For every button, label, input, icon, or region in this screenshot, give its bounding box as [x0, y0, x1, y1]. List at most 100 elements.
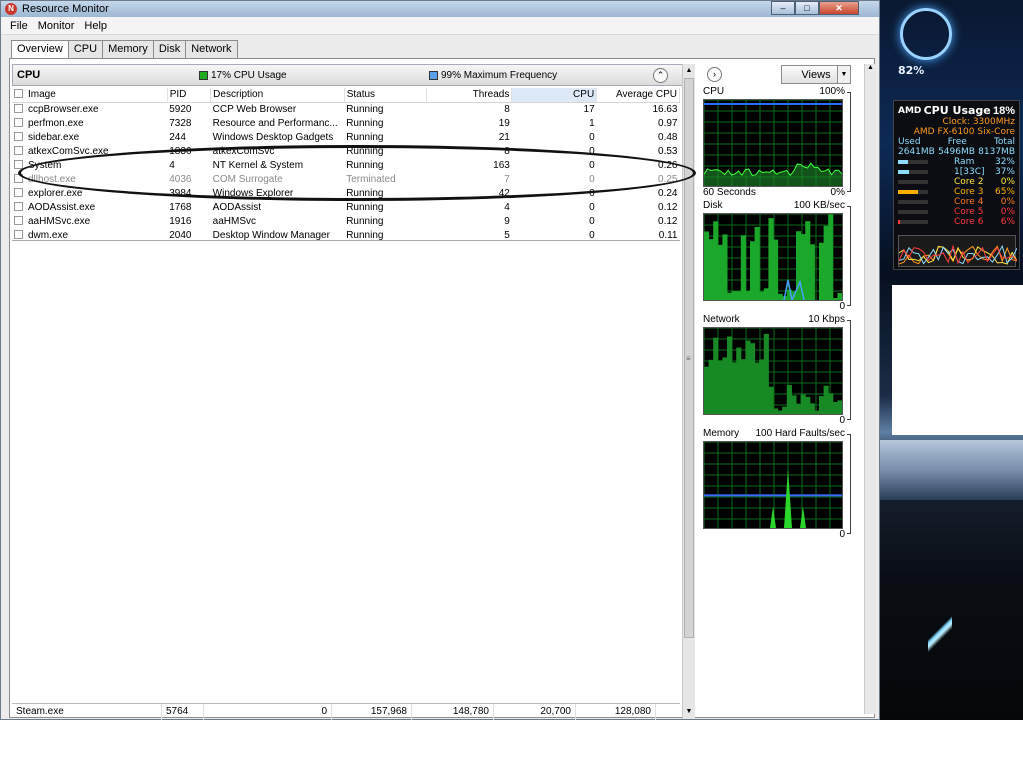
table-row[interactable]: dllhost.exe 4036 COM Surrogate Terminated 7 0…	[12, 172, 680, 186]
cell-status: Running	[346, 201, 384, 213]
column-header-threads[interactable]: Threads	[426, 88, 513, 103]
gadget-core-value: 6%	[1000, 217, 1015, 227]
gadget-core-bar	[898, 170, 928, 174]
row-checkbox[interactable]	[14, 229, 23, 239]
cell-pid: 4	[169, 159, 175, 171]
cpu-usage-gadget[interactable]: AMD CPU Usage 18% Clock: 3300MHz AMD FX-…	[893, 100, 1020, 270]
graph-disk: Disk 100 KB/sec 0	[703, 200, 853, 313]
cell-avg: 16.63	[652, 103, 678, 115]
column-header-pid[interactable]: PID	[167, 88, 212, 103]
gadget-core-row: Core 6 6%	[894, 217, 1019, 227]
row-checkbox[interactable]	[14, 131, 23, 141]
scroll-down-arrow[interactable]: ▼	[683, 705, 695, 719]
table-row[interactable]: System 4 NT Kernel & System Running 163 0 0.26	[12, 158, 680, 172]
tab-strip: Overview CPU Memory Disk Network	[11, 40, 238, 59]
cell-image-text: ccpBrowser.exe	[28, 103, 99, 115]
menu-monitor[interactable]: Monitor	[33, 20, 80, 32]
cell-avg: 0.11	[658, 229, 678, 241]
table-row[interactable]: AODAssist.exe 1768 AODAssist Running 4 0 0.12	[12, 200, 680, 214]
row-checkbox[interactable]	[14, 201, 23, 211]
tab-memory[interactable]: Memory	[102, 40, 154, 58]
row-checkbox[interactable]	[14, 103, 23, 113]
cell-pid: 4036	[169, 173, 192, 185]
bottom-row-value-3: 148,780	[412, 704, 494, 720]
graph-network: Network 10 Kbps 0	[703, 314, 853, 427]
row-checkbox[interactable]	[14, 159, 23, 169]
graph-time-label: 60 Seconds	[703, 187, 756, 198]
cell-cpu: 1	[589, 117, 595, 129]
table-row[interactable]: perfmon.exe 7328 Resource and Performanc..…	[12, 116, 680, 130]
desktop-wallpaper-glow	[928, 610, 952, 660]
menu-file[interactable]: File	[5, 20, 33, 32]
graph-memory: Memory 100 Hard Faults/sec 0	[703, 428, 853, 541]
graph-bracket	[847, 320, 851, 420]
row-checkbox[interactable]	[14, 187, 23, 197]
gadget-core-value: 0%	[1000, 177, 1015, 187]
resource-monitor-app-icon: N	[5, 3, 17, 15]
table-row[interactable]: dwm.exe 2040 Desktop Window Manager Running…	[12, 228, 680, 241]
cpu-section-header[interactable]: CPU 17% CPU Usage 99% Maximum Frequency …	[12, 64, 692, 86]
menu-help[interactable]: Help	[79, 20, 112, 32]
max-frequency-label: 99% Maximum Frequency	[441, 70, 558, 81]
title-bar[interactable]: N Resource Monitor – □ ✕	[1, 1, 879, 17]
window-title: Resource Monitor	[22, 3, 109, 15]
row-checkbox[interactable]	[14, 117, 23, 127]
column-header-status[interactable]: Status	[344, 88, 428, 103]
select-all-checkbox[interactable]	[14, 89, 23, 99]
cell-threads: 7	[504, 173, 510, 185]
table-row[interactable]: atkexComSvc.exe 1836 atkexComSvc Running 8 0 0…	[12, 144, 680, 158]
bottom-row-value-4: 20,700	[494, 704, 576, 720]
gadget-core-row: Core 4 0%	[894, 197, 1019, 207]
graph-max-label: 100 KB/sec	[793, 200, 845, 211]
graph-canvas	[703, 441, 843, 529]
row-checkbox[interactable]	[14, 173, 23, 183]
left-scrollbar[interactable]: ▲ ▼	[682, 64, 695, 719]
close-button[interactable]: ✕	[819, 1, 859, 15]
collapse-cpu-section-button[interactable]: ⌃	[653, 68, 668, 83]
cell-image: aaHMSvc.exe	[12, 214, 167, 228]
tab-cpu[interactable]: CPU	[67, 40, 104, 58]
graph-min-label: 0%	[830, 187, 845, 198]
row-checkbox[interactable]	[14, 215, 23, 225]
maximize-button[interactable]: □	[795, 1, 819, 15]
collapse-graphs-button[interactable]: ›	[707, 67, 722, 82]
gadget-core-value: 0%	[1000, 197, 1015, 207]
cpu-section-title: CPU	[17, 69, 41, 81]
graph-cpu: CPU 100% 60 Seconds 0%	[703, 86, 853, 199]
cell-image: atkexComSvc.exe	[12, 144, 167, 158]
row-checkbox[interactable]	[14, 145, 23, 155]
cell-pid: 1916	[169, 215, 192, 227]
tab-overview[interactable]: Overview	[11, 40, 69, 59]
views-dropdown-arrow[interactable]: ▼	[837, 65, 851, 84]
minimize-button[interactable]: –	[771, 1, 795, 15]
scroll-up-arrow[interactable]: ▲	[683, 64, 695, 78]
cell-image-text: System	[28, 159, 62, 171]
tab-network[interactable]: Network	[185, 40, 238, 58]
panel-splitter-handle[interactable]: ≡	[686, 354, 691, 363]
gadget-total-usage: 18%	[992, 104, 1015, 117]
column-header-image[interactable]: Image	[12, 88, 168, 103]
gadget-header-total: Total	[993, 137, 1015, 147]
table-row[interactable]: explorer.exe 3984 Windows Explorer Running 4…	[12, 186, 680, 200]
cell-status: Running	[346, 103, 384, 115]
resource-monitor-window: N Resource Monitor – □ ✕ File Monitor He…	[0, 0, 880, 720]
gadget-clock: Clock: 3300MHz	[942, 117, 1015, 127]
cell-avg: 0.12	[658, 201, 678, 213]
tab-disk[interactable]: Disk	[152, 40, 187, 58]
cell-cpu: 0	[589, 131, 595, 143]
desktop-blank-area	[892, 285, 1023, 435]
gadget-core-bar	[898, 210, 928, 214]
right-scrollbar[interactable]: ▲	[864, 64, 876, 714]
graph-max-label: 10 Kbps	[808, 314, 845, 325]
graphs-toolbar: › Views ▼	[699, 64, 869, 86]
table-row[interactable]: ccpBrowser.exe 5920 CCP Web Browser Running…	[12, 102, 680, 116]
column-header-average-cpu[interactable]: Average CPU	[596, 88, 680, 103]
gadget-memory-values: 2641MB 5496MB 8137MB	[894, 147, 1019, 157]
column-header-description[interactable]: Description	[210, 88, 345, 103]
column-header-cpu[interactable]: CPU	[511, 88, 598, 103]
table-row[interactable]: aaHMSvc.exe 1916 aaHMSvc Running 9 0 0.12	[12, 214, 680, 228]
table-row[interactable]: sidebar.exe 244 Windows Desktop Gadgets Run…	[12, 130, 680, 144]
table-row[interactable]: Steam.exe 5764 0 157,968 148,780 20,700 …	[12, 703, 680, 720]
cell-threads: 5	[504, 229, 510, 241]
gadget-core-value: 0%	[1000, 207, 1015, 217]
